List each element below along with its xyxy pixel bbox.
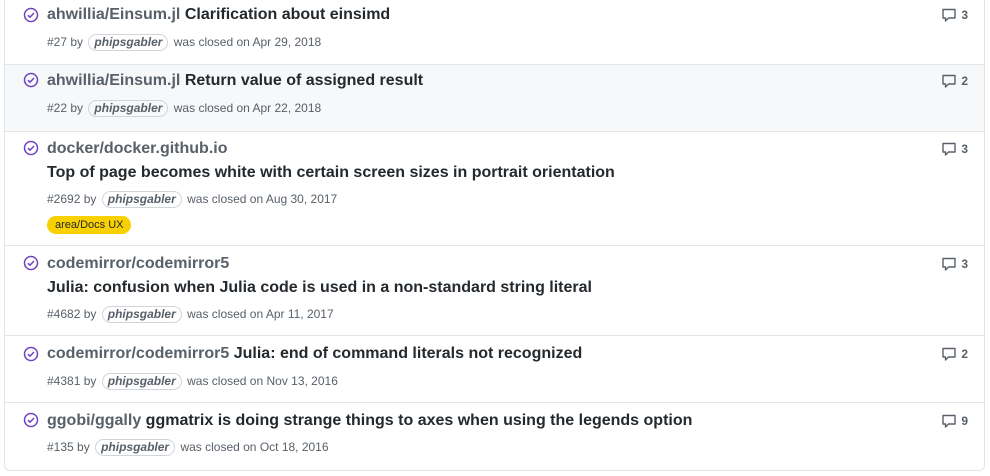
- comment-icon: [942, 142, 957, 156]
- closed-date: was closed on Nov 13, 2016: [187, 374, 338, 388]
- comments-link[interactable]: 3: [941, 256, 968, 272]
- by-text: by: [83, 307, 97, 321]
- closed-issue-icon: [23, 7, 39, 23]
- closed-date: was closed on Oct 18, 2016: [180, 440, 329, 454]
- closed-issue-icon: [23, 255, 39, 271]
- closed-date: was closed on Apr 29, 2018: [173, 35, 322, 49]
- comment-icon: [942, 74, 957, 88]
- closed-issue-icon: [23, 72, 39, 88]
- comment-icon: [942, 414, 957, 428]
- issue-title-link[interactable]: Top of page becomes white with certain s…: [47, 164, 615, 181]
- author-link[interactable]: phipsgabler: [101, 373, 182, 390]
- by-text: by: [83, 374, 97, 388]
- comments-link[interactable]: 2: [941, 73, 968, 89]
- issue-label[interactable]: area/Docs UX: [47, 216, 132, 234]
- closed-issue-icon: [23, 412, 39, 428]
- author-link[interactable]: phipsgabler: [101, 191, 182, 208]
- issue-row[interactable]: docker/docker.github.io Top of page beco…: [5, 131, 984, 245]
- repo-link[interactable]: codemirror/codemirror5: [47, 345, 229, 362]
- comments-link[interactable]: 3: [941, 141, 968, 157]
- author-link[interactable]: phipsgabler: [101, 306, 182, 323]
- comments-link[interactable]: 2: [941, 346, 968, 362]
- issue-title-link[interactable]: Return value of assigned result: [185, 72, 423, 89]
- comments-link[interactable]: 9: [941, 413, 968, 429]
- repo-link[interactable]: docker/docker.github.io: [47, 140, 227, 157]
- issue-title-link[interactable]: ggmatrix is doing strange things to axes…: [146, 412, 693, 429]
- closed-issue-icon: [23, 140, 39, 156]
- issue-list: ahwillia/Einsum.jl Clarification about e…: [4, 0, 985, 471]
- closed-date: was closed on Apr 11, 2017: [187, 307, 334, 321]
- repo-link[interactable]: ahwillia/Einsum.jl: [47, 6, 180, 23]
- issue-number: #4381: [47, 374, 81, 388]
- issue-row[interactable]: codemirror/codemirror5 Julia: end of com…: [5, 335, 984, 402]
- comment-icon: [942, 347, 957, 361]
- issue-number: #2692: [47, 192, 81, 206]
- by-text: by: [77, 440, 90, 454]
- repo-link[interactable]: codemirror/codemirror5: [47, 255, 229, 272]
- issue-row[interactable]: ahwillia/Einsum.jl Clarification about e…: [5, 0, 984, 64]
- issue-row[interactable]: codemirror/codemirror5 Julia: confusion …: [5, 245, 984, 335]
- comment-count: 3: [961, 142, 968, 156]
- issue-number: #4682: [47, 307, 81, 321]
- comment-count: 2: [961, 347, 968, 361]
- issue-title-link[interactable]: Clarification about einsimd: [185, 6, 390, 23]
- closed-issue-icon: [23, 346, 39, 362]
- comments-link[interactable]: 3: [941, 7, 968, 23]
- issue-number: #22: [47, 101, 68, 115]
- comment-icon: [942, 8, 957, 22]
- issue-title-link[interactable]: Julia: confusion when Julia code is used…: [47, 279, 592, 296]
- author-link[interactable]: phipsgabler: [95, 439, 176, 456]
- by-text: by: [83, 192, 97, 206]
- issue-title-link[interactable]: Julia: end of command literals not recog…: [234, 345, 583, 362]
- author-link[interactable]: phipsgabler: [88, 100, 169, 117]
- issue-number: #135: [47, 440, 74, 454]
- closed-date: was closed on Apr 22, 2018: [173, 101, 322, 115]
- repo-link[interactable]: ggobi/ggally: [47, 412, 141, 429]
- by-text: by: [70, 101, 84, 115]
- issue-number: #27: [47, 35, 68, 49]
- repo-link[interactable]: ahwillia/Einsum.jl: [47, 72, 180, 89]
- issue-row[interactable]: ahwillia/Einsum.jl Return value of assig…: [5, 64, 984, 131]
- comment-count: 9: [961, 414, 968, 428]
- comment-count: 3: [961, 8, 968, 22]
- comment-count: 3: [961, 257, 968, 271]
- closed-date: was closed on Aug 30, 2017: [187, 192, 338, 206]
- comment-icon: [942, 257, 957, 271]
- author-link[interactable]: phipsgabler: [88, 34, 169, 51]
- by-text: by: [70, 35, 84, 49]
- comment-count: 2: [961, 74, 968, 88]
- issue-row[interactable]: ggobi/ggally ggmatrix is doing strange t…: [5, 402, 984, 470]
